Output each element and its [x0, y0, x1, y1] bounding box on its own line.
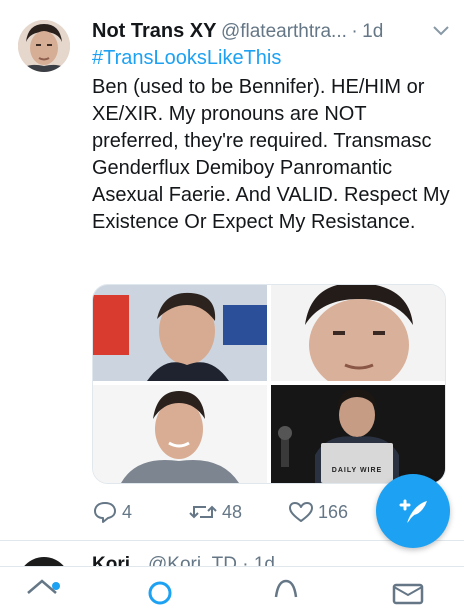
- tweet-header: Not Trans XY @flatearthtra... · 1d: [92, 20, 450, 46]
- author-name[interactable]: Not Trans XY: [92, 20, 216, 42]
- retweet-count: 48: [222, 501, 243, 522]
- notifications-icon: [274, 579, 298, 598]
- bottom-tab-bar: [0, 566, 464, 605]
- like-count: 166: [318, 501, 349, 522]
- compose-tweet-button[interactable]: [376, 474, 450, 548]
- media-caption: DAILY WIRE: [331, 467, 383, 474]
- media-photo-4[interactable]: DAILY WIRE: [271, 385, 445, 483]
- author-handle[interactable]: @flatearthtra...: [221, 21, 347, 42]
- avatar[interactable]: [18, 20, 70, 72]
- reply-button[interactable]: 4: [92, 496, 132, 528]
- hashtag-link[interactable]: #TransLooksLikeThis: [92, 47, 281, 70]
- media-grid[interactable]: DAILY WIRE: [92, 284, 446, 484]
- messages-icon: [392, 583, 424, 605]
- author-handle[interactable]: @Kori_TD · 1d: [148, 554, 275, 566]
- timestamp[interactable]: 1d: [362, 21, 383, 42]
- heart-icon: [289, 502, 313, 522]
- author-name[interactable]: Kori: [92, 554, 130, 566]
- retweet-icon: [189, 505, 217, 519]
- reply-count: 4: [122, 501, 133, 522]
- tab-notifications[interactable]: [266, 575, 306, 605]
- media-photo-3[interactable]: [93, 385, 267, 483]
- avatar[interactable]: [18, 557, 70, 566]
- home-icon: [27, 579, 57, 594]
- media-photo-1[interactable]: [93, 285, 267, 381]
- separator: ·: [351, 21, 358, 42]
- reply-icon: [94, 502, 116, 523]
- like-button[interactable]: 166: [288, 496, 348, 528]
- tab-messages[interactable]: [388, 575, 428, 605]
- search-icon: [148, 581, 172, 605]
- next-tweet-preview[interactable]: Kori @Kori_TD · 1d: [0, 541, 464, 566]
- compose-tweet-icon: [399, 499, 427, 523]
- tweet[interactable]: Not Trans XY @flatearthtra... · 1d #Tran…: [0, 0, 464, 535]
- tweet-text: Ben (used to be Bennifer). HE/HIM or XE/…: [92, 76, 450, 233]
- tweet-actions: 4 48 166: [92, 496, 392, 528]
- media-photo-2[interactable]: [271, 285, 445, 381]
- tab-search[interactable]: [140, 575, 180, 605]
- chevron-down-icon[interactable]: [432, 24, 450, 38]
- tab-home[interactable]: [22, 575, 62, 605]
- unread-indicator: [52, 582, 60, 590]
- retweet-button[interactable]: 48: [188, 496, 242, 528]
